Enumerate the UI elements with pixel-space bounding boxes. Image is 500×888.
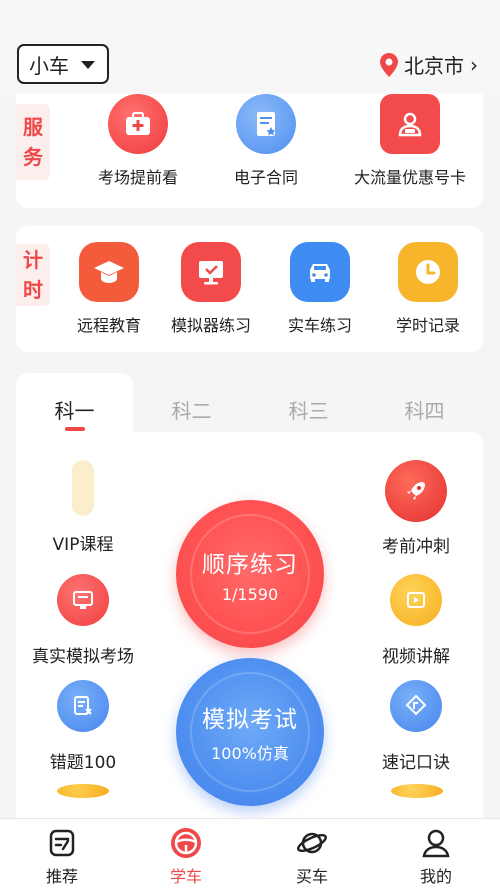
nav-recommend[interactable]: 推荐 (17, 827, 107, 887)
sequential-practice-button[interactable]: 顺序练习 1/1590 (176, 500, 324, 648)
feature-vip-course[interactable]: VIP课程 (33, 460, 133, 555)
quick-memo-icon (390, 680, 442, 732)
exam-screen-icon (57, 574, 109, 626)
city-label: 北京市 (404, 54, 464, 78)
car-type-dropdown[interactable]: 小车 (17, 44, 109, 84)
timing-badge: 计 时 (16, 244, 50, 306)
medical-kit-icon (108, 94, 168, 154)
tab-subject-3[interactable]: 科三 (250, 373, 367, 433)
feature-sprint[interactable]: 考前冲刺 (366, 460, 466, 557)
contract-icon (236, 94, 296, 154)
car-type-label: 小车 (29, 53, 69, 78)
timing-remote-education[interactable]: 远程教育 (54, 242, 164, 336)
chevron-right-icon: › (470, 52, 478, 77)
score-300-icon (391, 784, 443, 798)
timing-simulator[interactable]: 模拟器练习 (156, 242, 266, 336)
video-play-icon (390, 574, 442, 626)
graduation-cap-icon (57, 784, 109, 798)
service-sim-card[interactable]: 大流量优惠号卡 (346, 94, 474, 188)
steering-wheel-icon (171, 828, 201, 858)
service-e-contract[interactable]: 电子合同 (202, 94, 330, 188)
planet-icon (296, 832, 328, 854)
timing-card: 计 时 远程教育 模拟器练习 实车练习 学时记录 (16, 226, 483, 352)
feature-mock-exam-room[interactable]: 真实模拟考场 (23, 574, 143, 667)
service-exam-preview[interactable]: 考场提前看 (74, 94, 202, 188)
tab-subject-1[interactable]: 科一 (16, 373, 133, 433)
feature-video-lessons[interactable]: 视频讲解 (366, 574, 466, 667)
city-selector[interactable]: 北京市 › (380, 50, 478, 79)
car-icon (290, 242, 350, 302)
tab-subject-2[interactable]: 科二 (133, 373, 250, 433)
location-pin-icon (380, 52, 398, 77)
graduation-cap-icon (79, 242, 139, 302)
tab-subject-4[interactable]: 科四 (366, 373, 483, 433)
timing-hours-record[interactable]: 学时记录 (373, 242, 483, 336)
clock-icon (398, 242, 458, 302)
feature-wrong-questions[interactable]: 错题100 (33, 680, 133, 773)
mock-exam-button[interactable]: 模拟考试 100%仿真 (176, 658, 324, 806)
feature-partial-right[interactable] (390, 784, 444, 814)
active-tab-indicator (65, 427, 85, 431)
nav-learn-driving[interactable]: 学车 (141, 827, 231, 887)
subject-tabs: 科一 科二 科三 科四 (16, 373, 483, 433)
nav-me[interactable]: 我的 (391, 827, 481, 887)
services-badge: 服 务 (16, 104, 50, 180)
top-bar: 小车 北京市 › (0, 0, 500, 96)
rocket-icon (385, 460, 447, 522)
sim-card-icon (380, 94, 440, 154)
simulator-monitor-icon (181, 242, 241, 302)
services-card: 服 务 考场提前看 电子合同 大流量优惠号卡 (16, 94, 483, 208)
feature-mnemonics[interactable]: 速记口诀 (366, 680, 466, 773)
vip-medal-icon (72, 460, 94, 516)
dropdown-arrow-icon (81, 61, 95, 69)
wrong-questions-icon (57, 680, 109, 732)
user-icon (422, 829, 450, 858)
timing-real-car[interactable]: 实车练习 (265, 242, 375, 336)
bottom-navigation: 推荐 学车 买车 我的 (0, 818, 500, 888)
recommend-icon (49, 829, 75, 857)
feature-partial-left[interactable] (56, 784, 110, 814)
nav-buy-car[interactable]: 买车 (267, 827, 357, 887)
